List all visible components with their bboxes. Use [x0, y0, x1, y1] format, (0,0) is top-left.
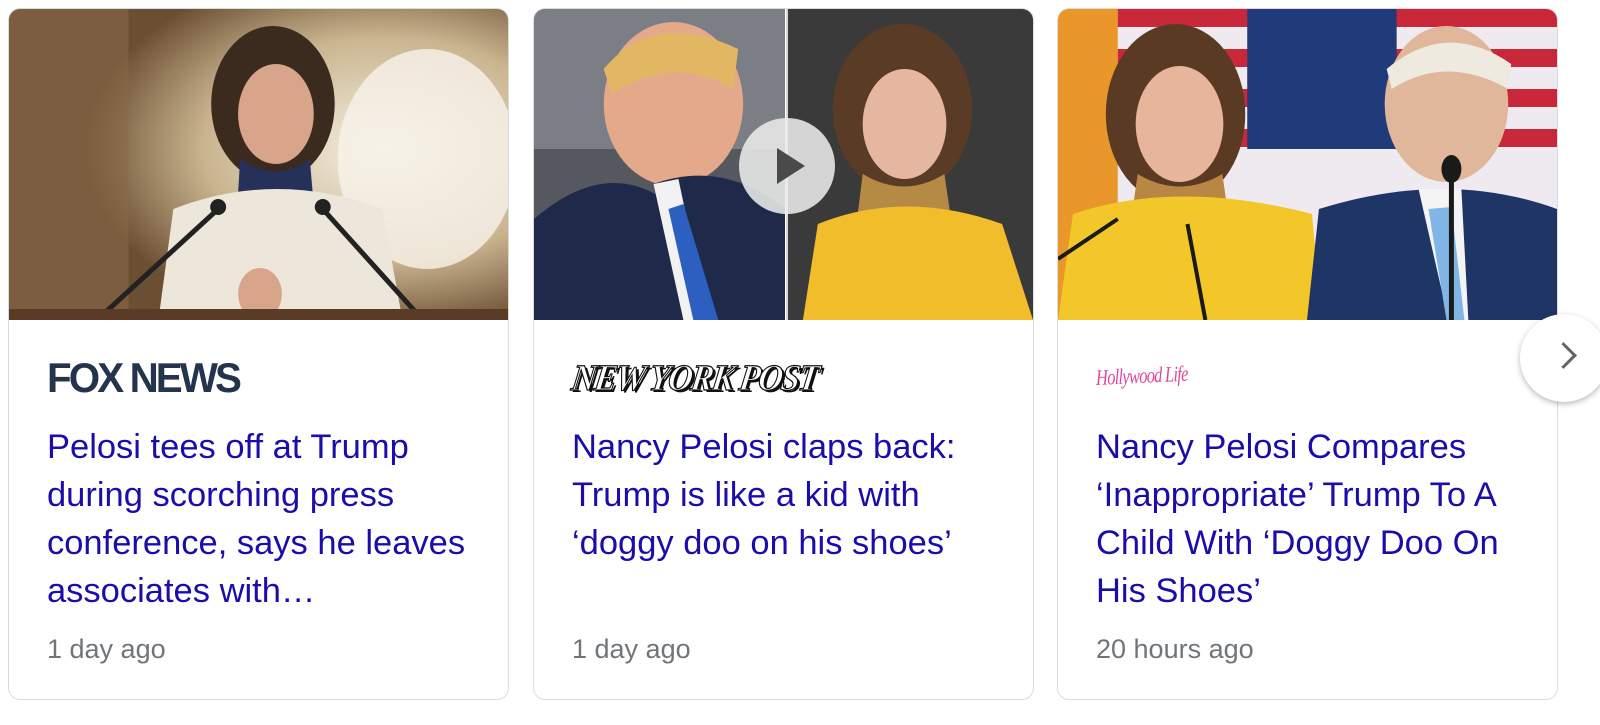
news-thumbnail-image: [9, 9, 508, 320]
news-thumbnail-image: [534, 9, 1033, 320]
news-card[interactable]: NEW YORK POST Nancy Pelosi claps back: T…: [533, 8, 1034, 700]
news-headline-link[interactable]: Pelosi tees off at Trump during scorchin…: [47, 423, 477, 615]
hollywood-life-logo: Hollywood Life: [1095, 360, 1188, 390]
news-headline-link[interactable]: Nancy Pelosi Compares ‘Inappropriate’ Tr…: [1096, 423, 1526, 615]
news-card[interactable]: Hollywood Life Nancy Pelosi Compares ‘In…: [1057, 8, 1558, 700]
news-carousel: FOX NEWS Pelosi tees off at Trump during…: [0, 0, 1600, 725]
new-york-post-logo: NEW YORK POST: [569, 357, 821, 399]
source-logo: FOX NEWS: [47, 354, 247, 401]
news-timestamp: 20 hours ago: [1096, 634, 1254, 664]
news-timestamp: 1 day ago: [572, 634, 691, 664]
source-logo: Hollywood Life: [1096, 356, 1218, 400]
source-logo: NEW YORK POST: [569, 356, 839, 400]
news-timestamp: 1 day ago: [47, 634, 166, 664]
play-icon[interactable]: [739, 118, 835, 214]
news-thumbnail-image: [1058, 9, 1557, 320]
carousel-next-button[interactable]: [1520, 314, 1600, 402]
news-headline-link[interactable]: Nancy Pelosi claps back: Trump is like a…: [572, 423, 1002, 567]
news-card[interactable]: FOX NEWS Pelosi tees off at Trump during…: [8, 8, 509, 700]
fox-news-logo: FOX NEWS: [47, 354, 242, 401]
chevron-right-icon: [1550, 342, 1577, 369]
